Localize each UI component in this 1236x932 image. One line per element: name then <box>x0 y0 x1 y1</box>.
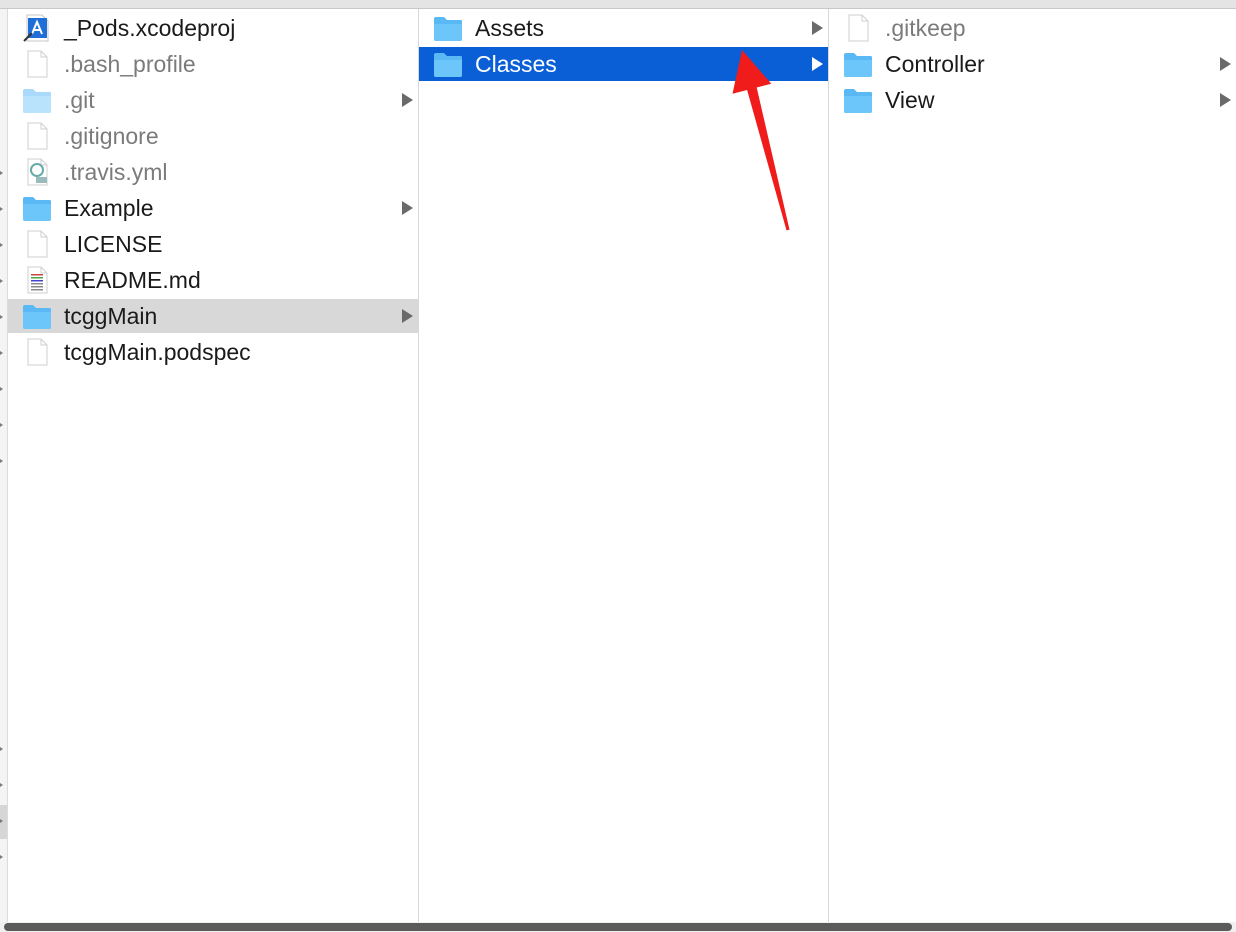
red-arrow-shape <box>732 50 790 231</box>
annotation-arrow <box>732 50 790 231</box>
